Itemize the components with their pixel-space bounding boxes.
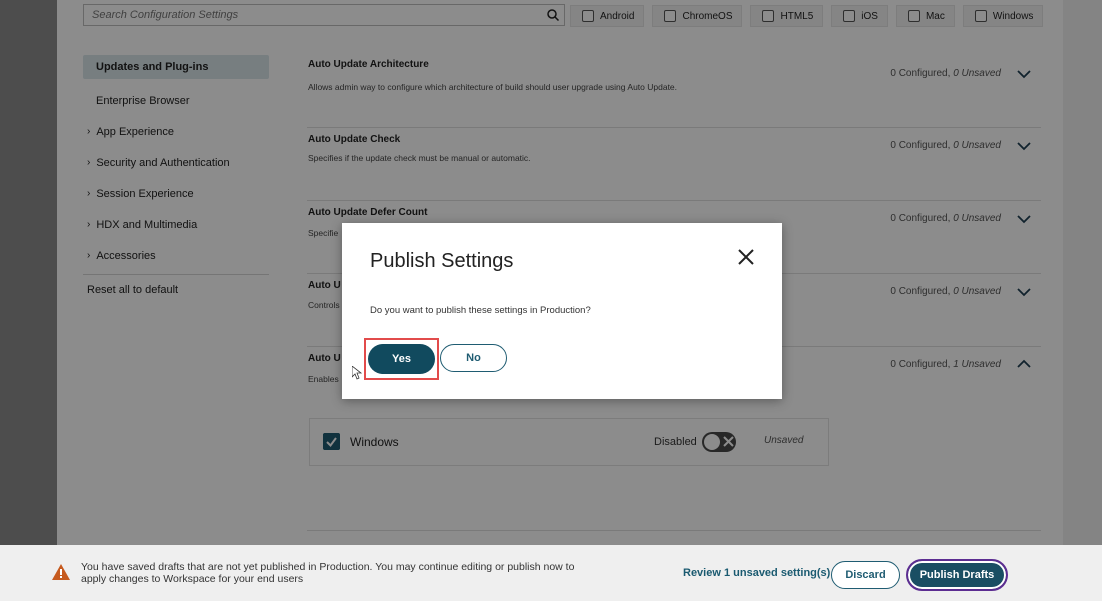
discard-button[interactable]: Discard	[831, 561, 900, 589]
dialog-title: Publish Settings	[370, 250, 514, 272]
warning-icon	[52, 564, 70, 580]
drafts-message: You have saved drafts that are not yet p…	[81, 561, 575, 585]
no-button[interactable]: No	[440, 344, 507, 372]
dialog-message: Do you want to publish these settings in…	[370, 305, 591, 316]
mouse-cursor-icon	[352, 366, 362, 380]
publish-drafts-button[interactable]: Publish Drafts	[906, 559, 1008, 591]
yes-button[interactable]: Yes	[368, 344, 435, 374]
review-unsaved-link[interactable]: Review 1 unsaved setting(s)	[683, 567, 830, 579]
drafts-footer: You have saved drafts that are not yet p…	[0, 545, 1102, 601]
publish-settings-dialog: Publish Settings Do you want to publish …	[342, 223, 782, 399]
close-icon[interactable]	[737, 248, 755, 266]
